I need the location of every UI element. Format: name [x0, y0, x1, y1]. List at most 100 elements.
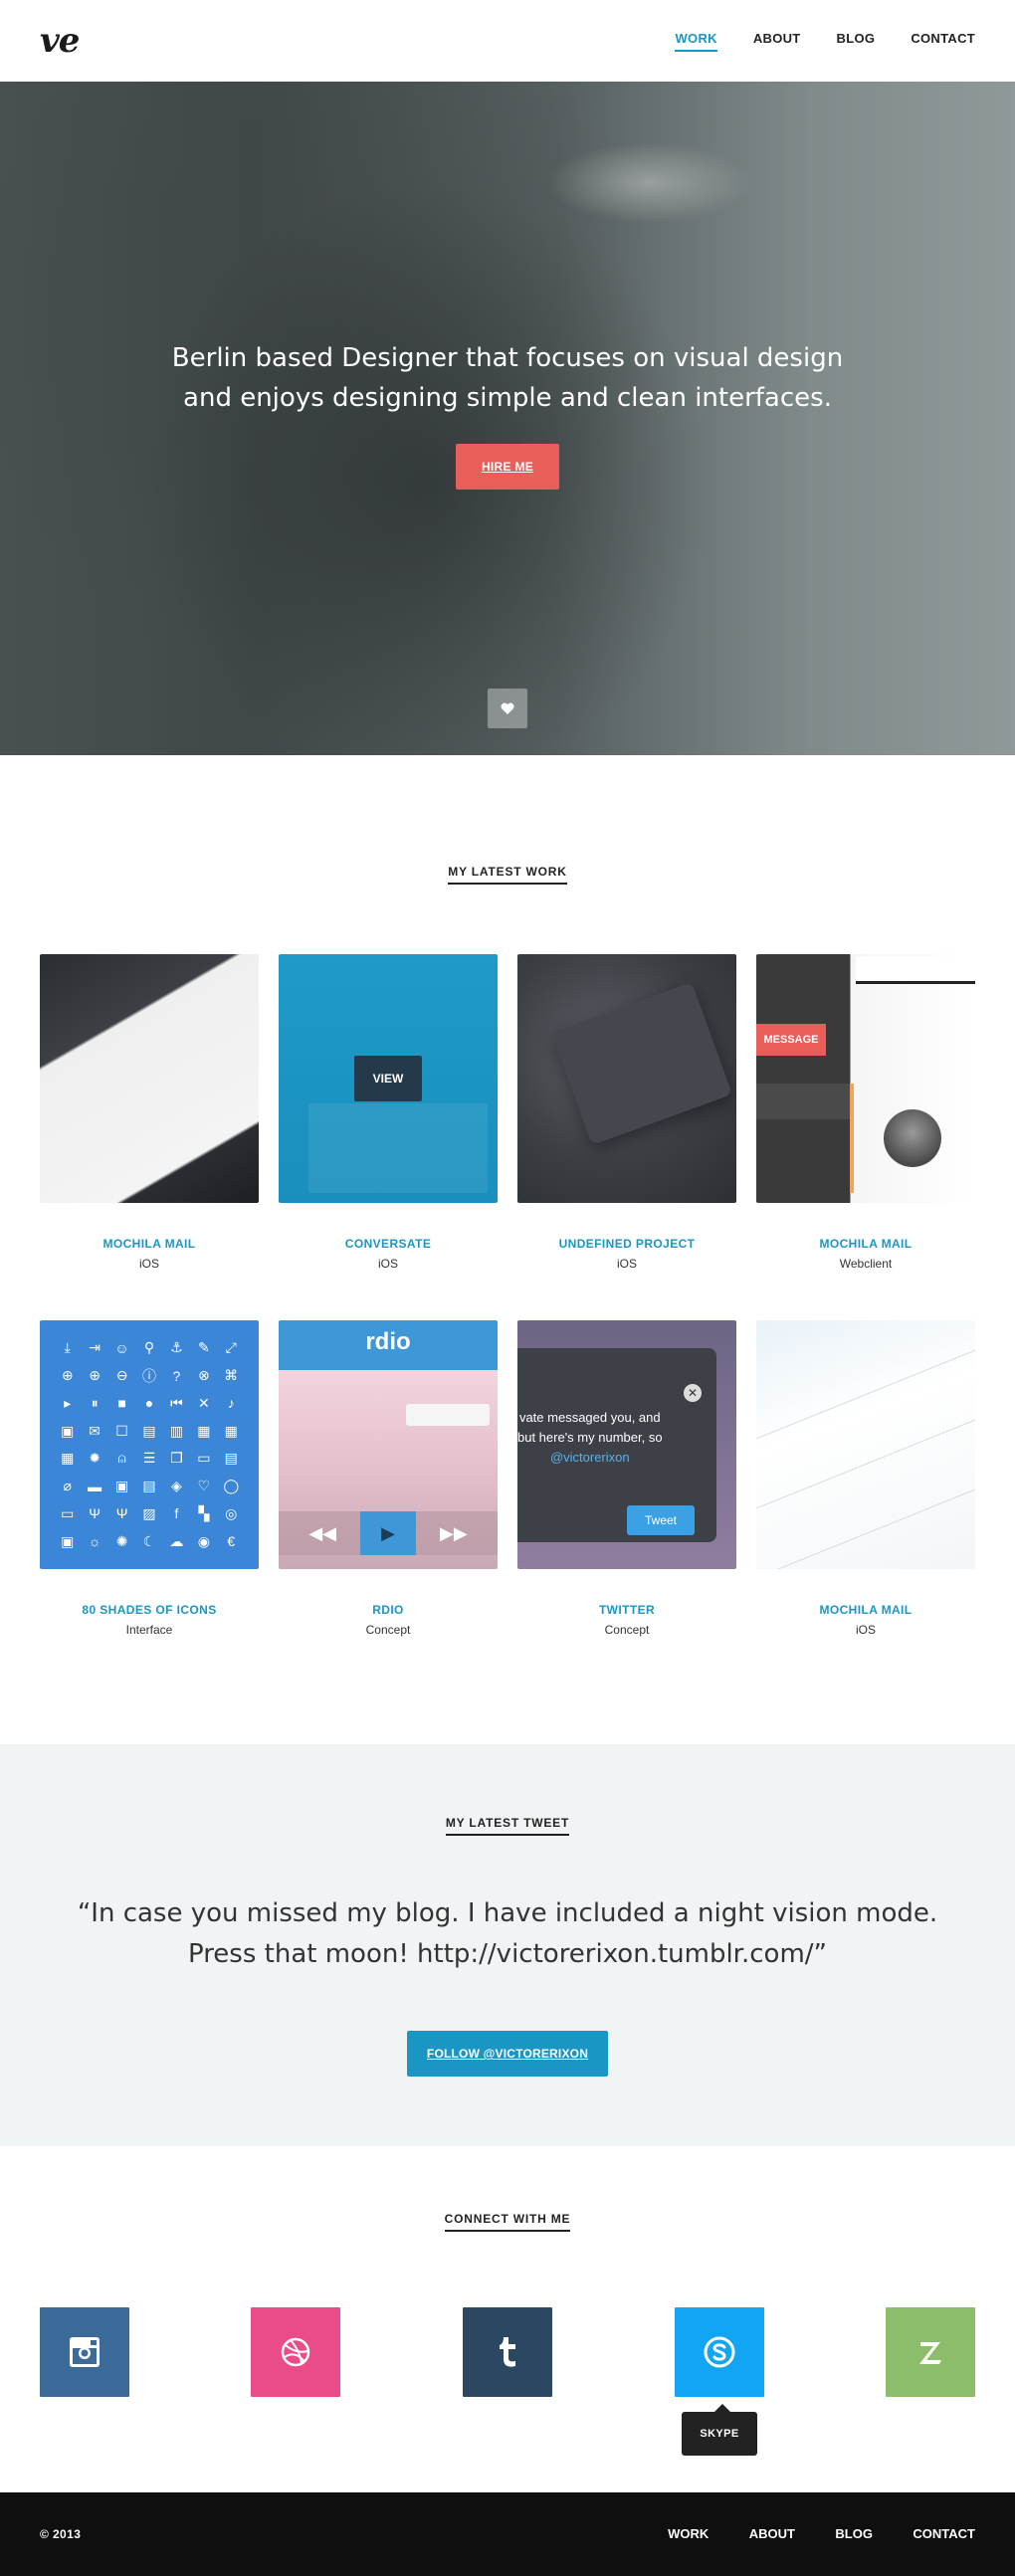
- chat-icon: ☐: [115, 1422, 128, 1439]
- tumblr-link[interactable]: [463, 2307, 552, 2397]
- camera-icon: ▣: [61, 1532, 75, 1549]
- notes-icon: ▦: [197, 1422, 211, 1439]
- connect-section: CONNECT WITH ME SKYPE: [0, 2146, 1015, 2492]
- work-thumbnail[interactable]: ✕ vate messaged you, and but here's my n…: [517, 1320, 736, 1569]
- work-item-title[interactable]: CONVERSATE: [279, 1237, 498, 1251]
- logo[interactable]: ve: [40, 21, 80, 61]
- play-icon: ▸: [64, 1394, 72, 1411]
- instagram-link[interactable]: [40, 2307, 129, 2397]
- work-item-mochila-mail-ios[interactable]: MOCHILA MAIL iOS: [40, 954, 259, 1271]
- hero-content: Berlin based Designer that focuses on vi…: [0, 338, 1015, 490]
- work-thumbnail[interactable]: [517, 954, 736, 1203]
- social-links: SKYPE: [40, 2307, 975, 2456]
- site-header: ve WORK ABOUT BLOG CONTACT: [0, 0, 1015, 82]
- work-item-mochila-mail-ios-2[interactable]: MOCHILA MAIL iOS: [756, 1320, 975, 1637]
- work-item-subtitle: iOS: [377, 1257, 398, 1271]
- tweet-line-2[interactable]: Press that moon! http://victorerixon.tum…: [188, 1939, 827, 1969]
- mail-icon: ✉: [89, 1422, 101, 1439]
- work-item-undefined-project[interactable]: UNDEFINED PROJECT iOS: [517, 954, 736, 1271]
- work-item-title[interactable]: MOCHILA MAIL: [756, 1237, 975, 1251]
- work-thumbnail[interactable]: VIEW: [279, 954, 498, 1203]
- nav-blog[interactable]: BLOG: [837, 31, 876, 52]
- work-thumbnail[interactable]: MESSAGE: [756, 954, 975, 1203]
- connect-section-title: CONNECT WITH ME: [444, 2212, 571, 2232]
- scroll-down-button[interactable]: [488, 689, 527, 728]
- work-item-subtitle: Concept: [604, 1623, 650, 1637]
- footer-nav-work[interactable]: WORK: [668, 2526, 709, 2541]
- print-icon: ▤: [142, 1478, 156, 1494]
- work-thumbnail[interactable]: [40, 954, 259, 1203]
- thumbnail-decoration: [308, 1103, 488, 1193]
- document-icon: ▤: [142, 1422, 156, 1439]
- work-item-subtitle: Webclient: [839, 1257, 893, 1271]
- login-icon: ⇥: [89, 1339, 101, 1356]
- close-icon: ⊗: [197, 1367, 210, 1384]
- hire-me-button[interactable]: HIRE ME: [456, 444, 559, 490]
- nav-about[interactable]: ABOUT: [753, 31, 801, 52]
- work-section-title: MY LATEST WORK: [448, 865, 567, 885]
- tweet-compose-line-1: vate messaged you, and: [518, 1410, 661, 1425]
- view-button[interactable]: VIEW: [354, 1056, 422, 1101]
- work-item-twitter[interactable]: ✕ vate messaged you, and but here's my n…: [517, 1320, 736, 1637]
- tweet-compose-line-2: but here's my number, so: [517, 1430, 663, 1445]
- brightness-icon: ✺: [115, 1532, 128, 1549]
- tumblr-icon: [500, 2337, 515, 2367]
- previous-icon: ⏮: [170, 1394, 183, 1411]
- lock-icon: ▣: [61, 1422, 75, 1439]
- thumbnail-divider: [756, 1337, 975, 1444]
- windows-icon: ▭: [197, 1450, 211, 1467]
- dribbble-link[interactable]: [251, 2307, 340, 2397]
- icon-set-grid: ⤓ ⇥ ☺ ⚲ ⚓ ✎ ⤢ ⊕ ⊕ ⊖ ⓘ? ⊗ ⌘ ▸ ⏸ ■ ● ⏮ ✕ ♪ ▣ ✉ ☐ ▤ ▥ ▦ ▦ ▦ ✹ ⍝ ☰ ❐ ▭ ▤ …: [54, 1334, 245, 1555]
- rewind-icon: ◀◀: [308, 1522, 336, 1543]
- stamp-icon: ⍝: [117, 1450, 126, 1467]
- work-thumbnail[interactable]: rdio ◀◀ ▶ ▶▶: [279, 1320, 498, 1569]
- copyright: © 2013: [40, 2527, 82, 2541]
- record-icon: ●: [144, 1395, 154, 1412]
- list-icon: ☰: [142, 1450, 156, 1467]
- radio-icon: ◉: [197, 1532, 210, 1549]
- work-grid: MOCHILA MAIL iOS VIEW CONVERSATE iOS UND…: [40, 954, 975, 1637]
- close-icon: ✕: [684, 1384, 702, 1402]
- command-icon: ⌘: [224, 1367, 239, 1384]
- work-item-title[interactable]: MOCHILA MAIL: [756, 1603, 975, 1617]
- hero: Berlin based Designer that focuses on vi…: [0, 82, 1015, 755]
- tweet-compose-text: vate messaged you, and but here's my num…: [517, 1408, 663, 1468]
- main-nav: WORK ABOUT BLOG CONTACT: [639, 31, 975, 52]
- work-item-rdio[interactable]: rdio ◀◀ ▶ ▶▶ RDIO Concept: [279, 1320, 498, 1637]
- euro-icon: €: [227, 1533, 236, 1550]
- work-item-title[interactable]: RDIO: [279, 1603, 498, 1617]
- stop-icon: ■: [117, 1395, 126, 1412]
- work-item-80-shades-of-icons[interactable]: ⤓ ⇥ ☺ ⚲ ⚓ ✎ ⤢ ⊕ ⊕ ⊖ ⓘ? ⊗ ⌘ ▸ ⏸ ■ ● ⏮ ✕ ♪ ▣ ✉ ☐ ▤ ▥ ▦ ▦ ▦ ✹ ⍝ ☰ ❐ ▭ ▤ …: [40, 1320, 259, 1637]
- hero-tagline: Berlin based Designer that focuses on vi…: [0, 338, 1015, 418]
- follow-button[interactable]: FOLLOW @VICTORERIXON: [407, 2031, 608, 2077]
- zerply-link[interactable]: [886, 2307, 975, 2397]
- work-item-mochila-mail-webclient[interactable]: MESSAGE MOCHILA MAIL Webclient: [756, 954, 975, 1271]
- fast-forward-icon: ▶▶: [440, 1522, 468, 1543]
- footer-nav-blog[interactable]: BLOG: [835, 2526, 873, 2541]
- work-item-conversate[interactable]: VIEW CONVERSATE iOS: [279, 954, 498, 1271]
- attachment-icon: ⌀: [63, 1478, 72, 1494]
- fork-knife-icon: Ψ: [115, 1505, 128, 1522]
- work-item-title[interactable]: TWITTER: [517, 1603, 736, 1617]
- work-item-title[interactable]: 80 SHADES OF ICONS: [40, 1603, 259, 1617]
- work-thumbnail[interactable]: [756, 1320, 975, 1569]
- anchor-icon: ⚓: [170, 1339, 183, 1356]
- nav-contact[interactable]: CONTACT: [911, 31, 975, 52]
- work-thumbnail[interactable]: ⤓ ⇥ ☺ ⚲ ⚓ ✎ ⤢ ⊕ ⊕ ⊖ ⓘ? ⊗ ⌘ ▸ ⏸ ■ ● ⏮ ✕ ♪ ▣ ✉ ☐ ▤ ▥ ▦ ▦ ▦ ✹ ⍝ ☰ ❐ ▭ ▤ …: [40, 1320, 259, 1569]
- skype-link[interactable]: [675, 2307, 764, 2397]
- tweet-button: Tweet: [627, 1505, 695, 1535]
- footer-nav: WORK ABOUT BLOG CONTACT: [632, 2525, 975, 2543]
- heart-icon: ♡: [197, 1478, 211, 1494]
- work-item-title[interactable]: UNDEFINED PROJECT: [517, 1237, 736, 1251]
- thumbnail-divider: [756, 1477, 975, 1569]
- footer-nav-about[interactable]: ABOUT: [749, 2526, 795, 2541]
- skype-icon: [704, 2336, 735, 2368]
- footer-nav-contact[interactable]: CONTACT: [913, 2526, 975, 2541]
- user-icon: ☺: [114, 1339, 129, 1356]
- work-item-subtitle: Concept: [365, 1623, 411, 1637]
- work-item-title[interactable]: MOCHILA MAIL: [40, 1237, 259, 1251]
- nav-work[interactable]: WORK: [675, 31, 717, 52]
- restaurant-icon: Ψ: [89, 1505, 101, 1522]
- work-item-subtitle: iOS: [855, 1623, 876, 1637]
- briefcase-icon: ▣: [114, 1478, 129, 1494]
